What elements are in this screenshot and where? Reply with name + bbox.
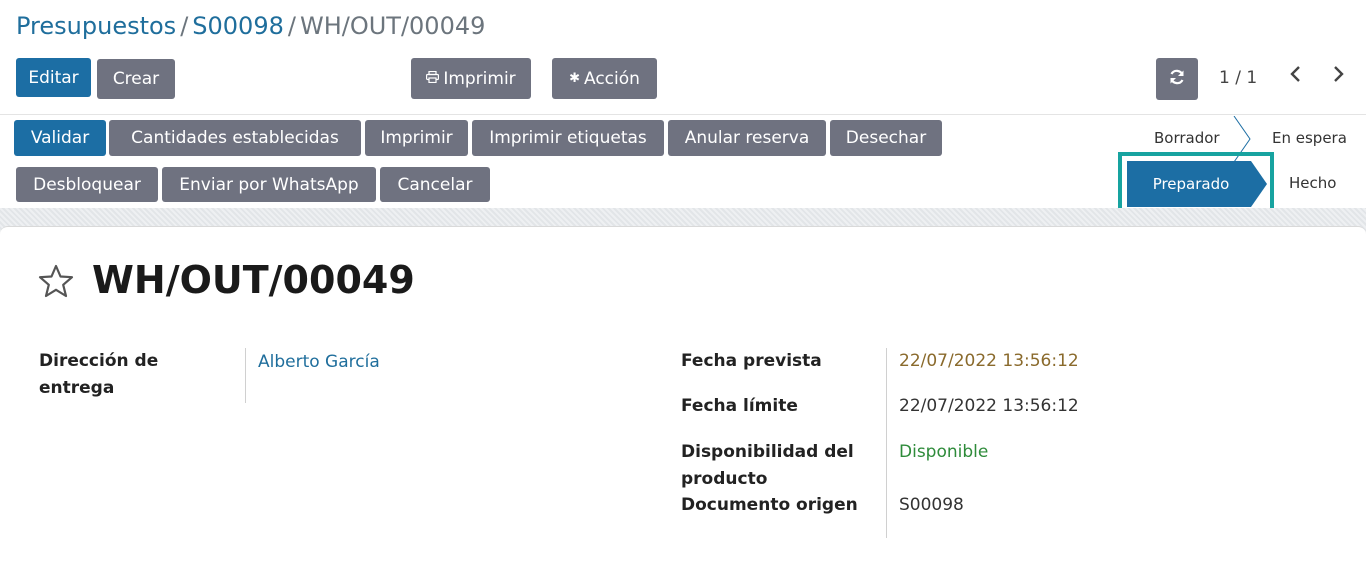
breadcrumb-separator: /	[180, 12, 189, 40]
scrap-button[interactable]: Desechar	[830, 120, 942, 156]
status-arrow-separator	[1233, 116, 1251, 162]
set-quantities-button[interactable]: Cantidades establecidas	[109, 120, 361, 156]
breadcrumb-sale-order[interactable]: S00098	[192, 12, 284, 40]
pager-counter[interactable]: 1 / 1	[1219, 68, 1257, 88]
product-availability-value: Disponible	[899, 442, 989, 462]
previous-record-icon[interactable]	[1283, 64, 1307, 89]
validate-button[interactable]: Validar	[14, 120, 106, 156]
create-button[interactable]: Crear	[97, 59, 175, 99]
print-dropdown-label: Imprimir	[443, 68, 516, 89]
gear-icon: ✱	[569, 71, 580, 86]
action-dropdown-button[interactable]: ✱ Acción	[552, 58, 657, 99]
favorite-star-icon[interactable]	[38, 264, 74, 305]
printer-icon	[426, 70, 440, 87]
refresh-button[interactable]	[1156, 58, 1198, 100]
field-separator	[245, 348, 246, 403]
print-dropdown-button[interactable]: Imprimir	[411, 58, 531, 99]
unreserve-button[interactable]: Anular reserva	[668, 120, 826, 156]
unlock-button[interactable]: Desbloquear	[16, 167, 158, 202]
next-record-icon[interactable]	[1327, 64, 1351, 89]
breadcrumb: Presupuestos / S00098/WH/OUT/00049	[16, 12, 485, 40]
product-availability-label: Disponibilidad del producto	[681, 442, 854, 489]
status-waiting[interactable]: En espera	[1272, 129, 1347, 147]
control-panel-divider	[0, 114, 1366, 115]
deadline-field[interactable]: 22/07/2022 13:56:12	[899, 393, 1079, 420]
delivery-address-label: Dirección de entrega	[39, 351, 159, 398]
print-labels-button[interactable]: Imprimir etiquetas	[472, 120, 664, 156]
breadcrumb-current: WH/OUT/00049	[299, 12, 486, 40]
scheduled-date-label: Fecha prevista	[681, 351, 822, 371]
status-done[interactable]: Hecho	[1289, 174, 1336, 192]
breadcrumb-separator: /	[287, 12, 296, 40]
send-whatsapp-button[interactable]: Enviar por WhatsApp	[162, 167, 376, 202]
field-separator	[886, 348, 887, 538]
status-draft[interactable]: Borrador	[1154, 129, 1220, 147]
action-dropdown-label: Acción	[583, 68, 640, 89]
delivery-address-link[interactable]: Alberto García	[258, 349, 380, 376]
source-document-field[interactable]: S00098	[899, 492, 964, 519]
edit-button[interactable]: Editar	[16, 58, 91, 97]
status-assigned-label: Preparado	[1152, 175, 1230, 193]
deadline-label: Fecha límite	[681, 396, 798, 416]
breadcrumb-quotations[interactable]: Presupuestos	[16, 12, 176, 40]
status-assigned[interactable]: Preparado	[1127, 161, 1267, 207]
source-document-label: Documento origen	[681, 495, 858, 515]
cancel-button[interactable]: Cancelar	[380, 167, 490, 202]
print-button[interactable]: Imprimir	[365, 120, 468, 156]
record-title: WH/OUT/00049	[92, 258, 415, 302]
refresh-icon	[1168, 68, 1186, 91]
scheduled-date-field[interactable]: 22/07/2022 13:56:12	[899, 348, 1079, 375]
